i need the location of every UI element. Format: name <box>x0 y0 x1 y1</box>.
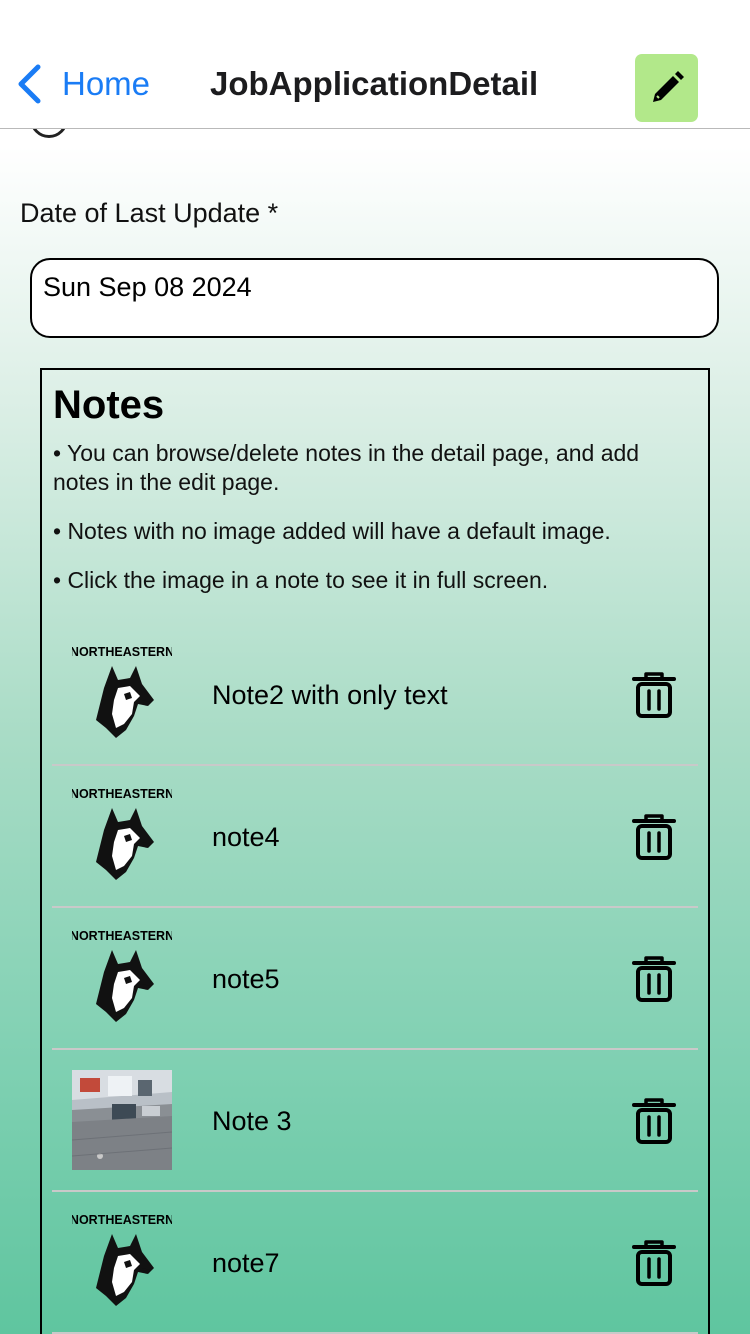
navigation-bar: Home JobApplicationDetail <box>0 0 750 129</box>
note-title: note5 <box>212 964 280 994</box>
note-image[interactable] <box>71 1070 173 1170</box>
delete-note-button[interactable] <box>632 813 676 861</box>
note-title: note7 <box>212 1248 280 1278</box>
date-of-last-update-label: Date of Last Update * <box>20 198 279 228</box>
husky-logo-icon: NORTHEASTERN <box>70 787 174 880</box>
svg-text:NORTHEASTERN: NORTHEASTERN <box>72 645 172 659</box>
husky-logo-icon: NORTHEASTERN <box>70 929 174 1022</box>
pencil-icon <box>652 71 684 102</box>
note-image[interactable]: NORTHEASTERN <box>70 786 174 886</box>
delete-note-button[interactable] <box>632 1097 676 1145</box>
note-image[interactable]: NORTHEASTERN <box>70 928 174 1028</box>
notes-tip: • Click the image in a note to see it in… <box>53 567 549 593</box>
list-item: NORTHEASTERN Note2 with only text <box>52 624 698 766</box>
trash-icon <box>632 814 676 860</box>
svg-text:NORTHEASTERN: NORTHEASTERN <box>72 929 172 943</box>
notes-tip: • You can browse/delete notes in the det… <box>53 440 640 495</box>
husky-logo-icon: NORTHEASTERN <box>70 1213 174 1306</box>
note-title: Note 3 <box>212 1106 292 1136</box>
notes-tip: • Notes with no image added will have a … <box>53 518 611 544</box>
svg-text:NORTHEASTERN: NORTHEASTERN <box>72 1213 172 1227</box>
note-image[interactable]: NORTHEASTERN <box>70 644 174 744</box>
notes-section: Notes • You can browse/delete notes in t… <box>40 368 710 1334</box>
note-image[interactable]: NORTHEASTERN <box>70 1212 174 1312</box>
chevron-left-icon <box>18 64 41 104</box>
date-of-last-update-field: Sun Sep 08 2024 <box>30 258 719 338</box>
list-item: NORTHEASTERN note7 <box>52 1192 698 1334</box>
note-title: Note2 with only text <box>212 680 448 710</box>
trash-icon <box>632 672 676 718</box>
trash-icon <box>632 1240 676 1286</box>
back-button-label: Home <box>62 65 151 102</box>
back-button[interactable]: Home <box>16 62 150 106</box>
page-title: JobApplicationDetail <box>210 65 539 102</box>
list-item: Note 3 <box>52 1050 698 1192</box>
delete-note-button[interactable] <box>632 1239 676 1287</box>
list-item: NORTHEASTERN note5 <box>52 908 698 1050</box>
delete-note-button[interactable] <box>632 671 676 719</box>
office-photo <box>71 1070 173 1170</box>
notes-heading: Notes <box>53 383 165 427</box>
trash-icon <box>632 1098 676 1144</box>
trash-icon <box>632 956 676 1002</box>
list-item: NORTHEASTERN note4 <box>52 766 698 908</box>
note-title: note4 <box>212 822 280 852</box>
husky-logo-icon: NORTHEASTERN <box>70 645 174 738</box>
edit-button[interactable] <box>635 54 698 122</box>
delete-note-button[interactable] <box>632 955 676 1003</box>
svg-text:NORTHEASTERN: NORTHEASTERN <box>72 787 172 801</box>
